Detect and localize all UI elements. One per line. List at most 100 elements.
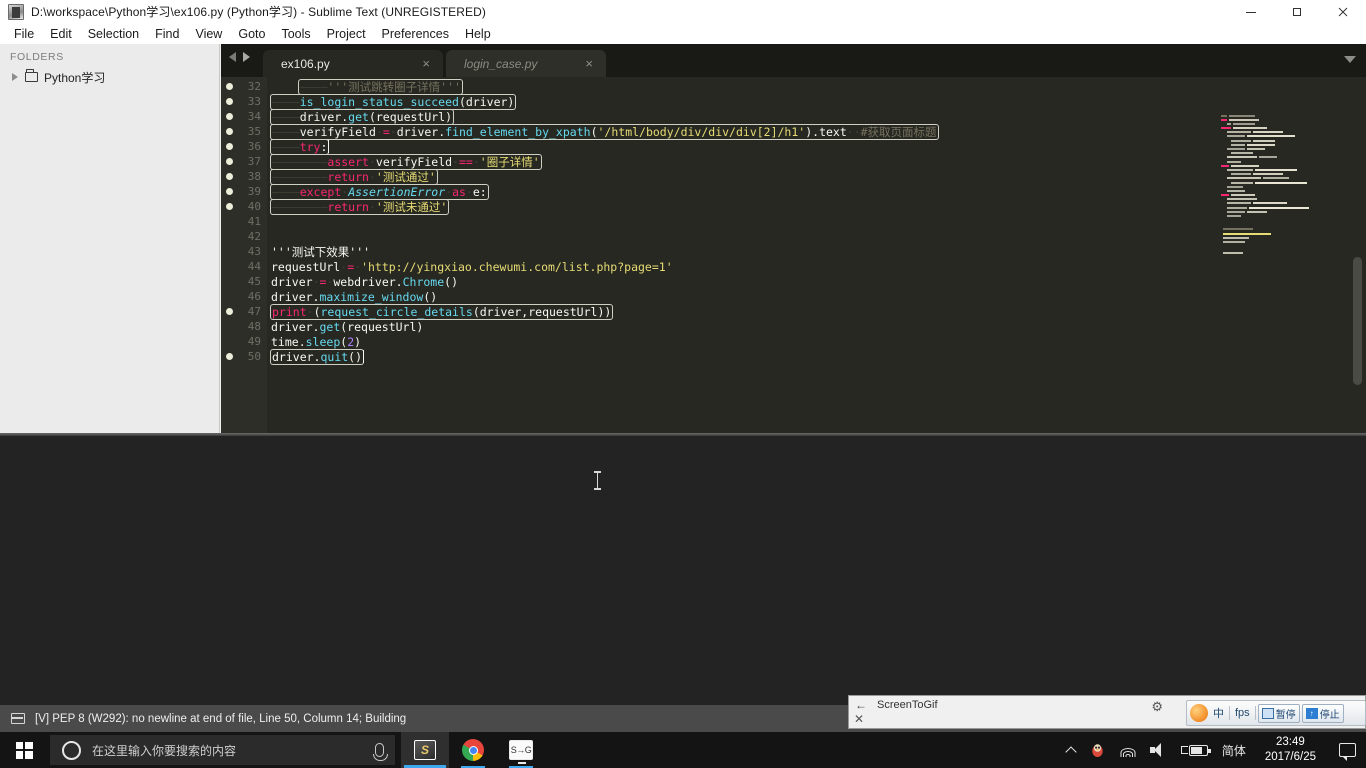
gutter-dot-icon xyxy=(226,188,233,195)
tray-icon-qq[interactable] xyxy=(1082,732,1113,768)
gutter-dot-icon xyxy=(226,173,233,180)
code-line[interactable]: 46 driver.maximize_window() xyxy=(221,289,1366,304)
menu-item-view[interactable]: View xyxy=(187,25,230,43)
menu-item-tools[interactable]: Tools xyxy=(273,25,318,43)
taskbar-clock[interactable]: 23:49 2017/6/25 xyxy=(1253,732,1328,768)
code-line[interactable]: 32 ————'''测试跳转圈子详情''' xyxy=(221,79,1366,94)
menu-item-preferences[interactable]: Preferences xyxy=(374,25,457,43)
arrow-left-icon[interactable] xyxy=(229,52,236,62)
tab-bar: ex106.py × login_case.py × xyxy=(221,44,1366,77)
chevron-up-icon xyxy=(1065,746,1077,758)
tray-icon-network[interactable] xyxy=(1113,732,1143,768)
pause-icon xyxy=(1261,707,1274,719)
tray-language-indicator[interactable]: 简体 xyxy=(1215,732,1253,768)
sidebar-folder-label: Python学习 xyxy=(44,70,106,85)
code-line[interactable]: 34 ————driver.get(requestUrl) xyxy=(221,109,1366,124)
code-line[interactable]: 39 ————except·AssertionError·as·e: xyxy=(221,184,1366,199)
menu-item-selection[interactable]: Selection xyxy=(80,25,147,43)
menu-item-file[interactable]: File xyxy=(6,25,42,43)
tab-label: login_case.py xyxy=(464,56,538,71)
chevron-right-icon[interactable] xyxy=(12,73,18,81)
code-editor[interactable]: 32 ————'''测试跳转圈子详情''' 33 ————is_login_sta… xyxy=(221,77,1366,433)
code-line[interactable]: 42 xyxy=(221,229,1366,244)
ime-logo-icon xyxy=(1190,704,1208,722)
sublime-app-icon xyxy=(8,3,24,20)
code-line[interactable]: 41 xyxy=(221,214,1366,229)
menu-item-project[interactable]: Project xyxy=(319,25,374,43)
tab-close-icon[interactable]: × xyxy=(585,57,593,70)
folder-icon xyxy=(25,69,38,82)
code-line[interactable]: 45 driver·=·webdriver.Chrome() xyxy=(221,274,1366,289)
ime-language-bar[interactable]: 中 fps 暂停 ↑ 停止 xyxy=(1186,700,1366,726)
sidebar-header-folders: FOLDERS xyxy=(10,51,64,63)
stop-label: 停止 xyxy=(1319,709,1340,721)
sidebar-folder-python-xuexi[interactable]: Python学习 xyxy=(0,68,219,86)
code-line[interactable]: 36 ————try: xyxy=(221,139,1366,154)
menu-item-help[interactable]: Help xyxy=(457,25,499,43)
ime-mode-label[interactable]: 中 xyxy=(1210,704,1227,722)
desktop-background xyxy=(0,433,1366,705)
code-line[interactable]: 43 '''测试下效果''' xyxy=(221,244,1366,259)
system-tray: 简体 23:49 2017/6/25 xyxy=(1060,732,1366,768)
tab-close-icon[interactable]: × xyxy=(422,57,430,70)
power-plug-icon xyxy=(1180,746,1188,754)
code-line[interactable]: 37 ————————assert·verifyField·==·'圈子详情' xyxy=(221,154,1366,169)
code-line[interactable]: 44 requestUrl·=·'http://yingxiao.chewumi.… xyxy=(221,259,1366,274)
taskbar: 在这里输入你要搜索的内容 S S→G 简体 23:49 2017/6/25 xyxy=(0,732,1366,768)
code-line[interactable]: 38 ————————return·'测试通过' xyxy=(221,169,1366,184)
back-arrow-icon[interactable]: ← xyxy=(855,699,867,711)
tab-login-case-py[interactable]: login_case.py × xyxy=(446,50,606,77)
tab-ex106-py[interactable]: ex106.py × xyxy=(263,50,443,77)
screen-root: D:\workspace\Python学习\ex106.py (Python学习… xyxy=(0,0,1366,768)
divider xyxy=(1229,706,1230,720)
taskbar-search-box[interactable]: 在这里输入你要搜索的内容 xyxy=(50,735,395,765)
tray-icon-volume[interactable] xyxy=(1143,732,1174,768)
microphone-icon[interactable] xyxy=(372,743,388,761)
penguin-icon xyxy=(1092,743,1103,757)
pause-button[interactable]: 暂停 xyxy=(1257,703,1300,723)
taskbar-app-google-chrome[interactable] xyxy=(449,732,497,768)
gear-icon[interactable]: ⚙ xyxy=(1151,699,1163,715)
tray-overflow-button[interactable] xyxy=(1060,732,1082,768)
menu-item-edit[interactable]: Edit xyxy=(42,25,80,43)
divider xyxy=(1254,706,1256,720)
code-line[interactable]: 48 driver.get(requestUrl) xyxy=(221,319,1366,334)
arrow-right-icon[interactable] xyxy=(243,52,250,62)
speaker-icon xyxy=(1149,743,1167,757)
gutter-dot-icon xyxy=(226,128,233,135)
maximize-button[interactable] xyxy=(1274,0,1320,23)
start-button[interactable] xyxy=(0,732,48,768)
tray-icon-battery[interactable] xyxy=(1174,732,1215,768)
clock-date: 2017/6/25 xyxy=(1264,751,1316,763)
stop-button[interactable]: ↑ 停止 xyxy=(1301,703,1344,723)
code-line[interactable]: 49 time.sleep(2) xyxy=(221,334,1366,349)
taskbar-app-buttons: S S→G xyxy=(401,732,545,768)
title-bar: D:\workspace\Python学习\ex106.py (Python学习… xyxy=(0,0,1366,23)
gutter-dot-icon xyxy=(226,308,233,315)
taskbar-app-sublime-text[interactable]: S xyxy=(401,732,449,768)
sidebar: FOLDERS Python学习 xyxy=(0,44,220,433)
search-placeholder: 在这里输入你要搜索的内容 xyxy=(92,743,237,758)
sublime-icon: S xyxy=(414,740,436,760)
status-panel-icon[interactable] xyxy=(11,713,25,724)
action-center-button[interactable] xyxy=(1328,732,1366,768)
window-title: D:\workspace\Python学习\ex106.py (Python学习… xyxy=(31,5,487,19)
close-icon[interactable]: ✕ xyxy=(854,713,864,725)
close-button[interactable] xyxy=(1320,0,1366,23)
menu-item-find[interactable]: Find xyxy=(147,25,187,43)
arrow-up-icon: ↑ xyxy=(1305,707,1318,719)
code-line[interactable]: 47 print·(request_circle_details(driver,r… xyxy=(221,304,1366,319)
code-line[interactable]: 33 ————is_login_status_succeed(driver) xyxy=(221,94,1366,109)
gutter-dot-icon xyxy=(226,203,233,210)
minimize-button[interactable] xyxy=(1228,0,1274,23)
code-line[interactable]: 50 driver.quit() xyxy=(221,349,1366,364)
code-line[interactable]: 40 ————————return·'测试未通过' xyxy=(221,199,1366,214)
taskbar-app-screentogif[interactable]: S→G xyxy=(497,732,545,768)
chevron-down-icon[interactable] xyxy=(1344,56,1356,63)
editor-vertical-scrollbar[interactable] xyxy=(1353,257,1362,385)
minimap[interactable] xyxy=(1221,110,1343,433)
battery-icon xyxy=(1188,744,1211,756)
wifi-icon xyxy=(1120,744,1136,757)
code-line[interactable]: 35 ————verifyField·=·driver.find_element_… xyxy=(221,124,1366,139)
menu-item-goto[interactable]: Goto xyxy=(230,25,273,43)
